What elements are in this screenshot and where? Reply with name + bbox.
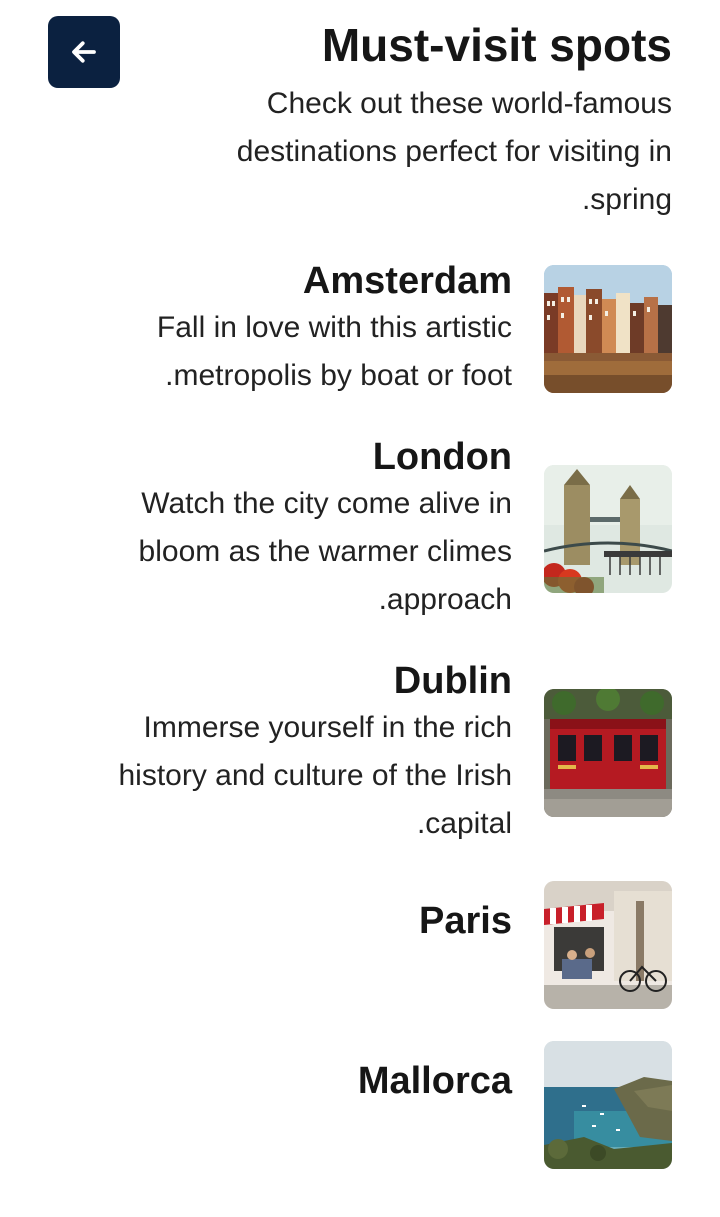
- page-subtitle: Check out these world-famous destination…: [236, 87, 672, 216]
- destination-london[interactable]: London Watch the city come alive in bloo…: [92, 434, 672, 624]
- destination-image-london: [544, 465, 672, 593]
- destination-text: Paris: [112, 898, 512, 944]
- back-button[interactable]: [48, 16, 120, 88]
- destination-text: London Watch the city come alive in bloo…: [92, 434, 512, 624]
- destination-image-paris: [544, 881, 672, 1009]
- destination-description: Fall in love with this artistic .metropo…: [156, 311, 512, 392]
- destination-image-dublin: [544, 689, 672, 817]
- destination-name: London: [372, 436, 512, 478]
- destination-text: Mallorca: [112, 1058, 512, 1104]
- destination-mallorca[interactable]: Mallorca: [112, 1041, 672, 1169]
- header: Must-visit spots Check out these world-f…: [172, 16, 672, 224]
- destination-paris[interactable]: Paris: [112, 881, 672, 1009]
- destination-text: Dublin Immerse yourself in the rich hist…: [72, 658, 512, 848]
- destination-amsterdam[interactable]: Amsterdam Fall in love with this artisti…: [112, 258, 672, 400]
- destination-dublin[interactable]: Dublin Immerse yourself in the rich hist…: [72, 658, 672, 848]
- page-title: Must-visit spots: [321, 19, 672, 71]
- destination-name: Amsterdam: [302, 260, 512, 302]
- destination-text: Amsterdam Fall in love with this artisti…: [112, 258, 512, 400]
- destination-description: Immerse yourself in the rich history and…: [118, 711, 512, 840]
- destination-name: Mallorca: [357, 1060, 512, 1102]
- destination-image-amsterdam: [544, 265, 672, 393]
- destination-name: Paris: [419, 900, 512, 942]
- destination-image-mallorca: [544, 1041, 672, 1169]
- destination-name: Dublin: [393, 660, 512, 702]
- arrow-left-icon: [72, 41, 96, 63]
- destination-description: Watch the city come alive in bloom as th…: [138, 487, 512, 616]
